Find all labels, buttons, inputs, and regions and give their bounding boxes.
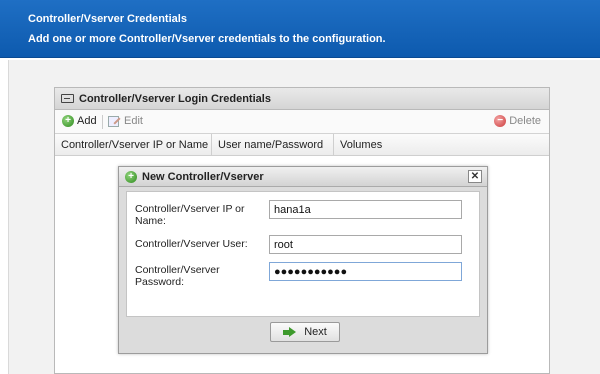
arrow-right-icon <box>283 326 297 338</box>
edit-icon <box>107 115 121 127</box>
header-title: Controller/Vserver Credentials <box>28 13 187 25</box>
plus-circle-icon: + <box>125 170 137 183</box>
panel-toolbar: + Add Edit − Delete <box>55 110 549 134</box>
dialog-footer: Next <box>126 319 480 347</box>
plus-circle-icon: + <box>62 115 74 127</box>
minus-circle-icon: − <box>494 115 507 127</box>
panel-title: Controller/Vserver Login Credentials <box>79 92 271 105</box>
close-icon[interactable]: ✕ <box>468 170 482 183</box>
ip-label: Controller/Vserver IP or Name: <box>135 203 245 227</box>
user-input[interactable] <box>269 235 462 254</box>
user-label: Controller/Vserver User: <box>135 238 248 250</box>
password-label: Controller/Vserver Password: <box>135 264 220 288</box>
add-label: Add <box>77 115 97 127</box>
add-button[interactable]: + Add <box>62 115 97 127</box>
edit-label: Edit <box>124 115 143 127</box>
next-button[interactable]: Next <box>270 322 340 342</box>
edit-button[interactable]: Edit <box>107 115 143 127</box>
toolbar-divider <box>102 115 103 129</box>
new-controller-dialog: + New Controller/Vserver ✕ Controller/Vs… <box>118 166 488 354</box>
header-subtitle: Add one or more Controller/Vserver crede… <box>28 33 386 45</box>
delete-button[interactable]: − Delete <box>494 115 541 127</box>
table-header: Controller/Vserver IP or Name User name/… <box>55 134 549 156</box>
delete-label: Delete <box>509 115 541 127</box>
window-icon <box>61 94 74 103</box>
column-header-credentials[interactable]: User name/Password <box>212 134 334 155</box>
column-header-ip[interactable]: Controller/Vserver IP or Name <box>55 134 212 155</box>
password-input[interactable] <box>269 262 462 281</box>
next-label: Next <box>304 326 327 338</box>
panel-header: Controller/Vserver Login Credentials <box>55 88 549 110</box>
column-header-volumes[interactable]: Volumes <box>334 134 549 155</box>
ip-input[interactable] <box>269 200 462 219</box>
wizard-header: Controller/Vserver Credentials Add one o… <box>0 0 600 58</box>
dialog-header: + New Controller/Vserver ✕ <box>119 167 487 187</box>
dialog-form: Controller/Vserver IP or Name: Controlle… <box>126 191 480 317</box>
dialog-title: New Controller/Vserver <box>142 170 264 183</box>
